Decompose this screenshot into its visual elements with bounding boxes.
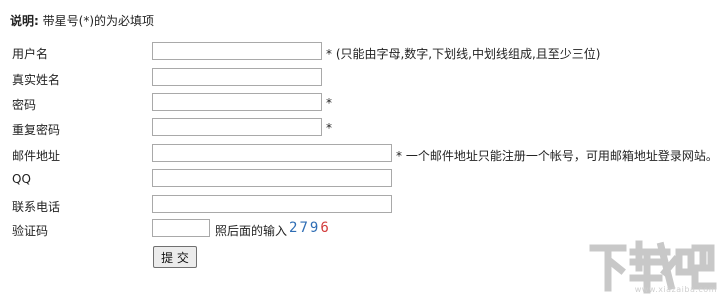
realname-input[interactable] xyxy=(152,68,322,86)
username-input[interactable] xyxy=(152,42,322,60)
captcha-digit: 7 xyxy=(299,220,310,236)
password-input[interactable] xyxy=(152,93,322,111)
captcha-instruction: 照后面的输入 xyxy=(215,224,288,238)
repeat-password-label: 重复密码 xyxy=(12,123,61,137)
captcha-digit: 6 xyxy=(320,220,331,236)
repeat-password-required-mark: * xyxy=(326,121,332,135)
realname-label: 真实姓名 xyxy=(12,73,61,87)
email-label: 邮件地址 xyxy=(12,149,61,163)
repeat-password-input[interactable] xyxy=(152,118,322,136)
phone-input[interactable] xyxy=(152,195,392,213)
password-required-mark: * xyxy=(326,96,332,110)
qq-label: QQ xyxy=(12,172,31,186)
username-label: 用户名 xyxy=(12,47,49,61)
qq-input[interactable] xyxy=(152,169,392,187)
password-label: 密码 xyxy=(12,98,37,112)
captcha-label: 验证码 xyxy=(12,224,49,238)
captcha-image: 2796 xyxy=(289,220,331,236)
phone-label: 联系电话 xyxy=(12,200,61,214)
captcha-digit: 9 xyxy=(309,220,321,236)
captcha-digit: 2 xyxy=(289,220,300,236)
email-input[interactable] xyxy=(152,144,392,162)
watermark-url: www.xiazaiba.com xyxy=(634,285,717,294)
instruction-text: 带星号(*)的为必填项 xyxy=(42,14,155,28)
form-instruction: 说明: 带星号(*)的为必填项 xyxy=(10,12,154,29)
email-hint: * 一个邮件地址只能注册一个帐号，可用邮箱地址登录网站。 xyxy=(396,149,718,163)
submit-button[interactable]: 提 交 xyxy=(153,246,197,268)
instruction-label: 说明: xyxy=(10,14,39,28)
username-hint: * (只能由字母,数字,下划线,中划线组成,且至少三位) xyxy=(326,47,601,61)
captcha-input[interactable] xyxy=(152,219,210,237)
